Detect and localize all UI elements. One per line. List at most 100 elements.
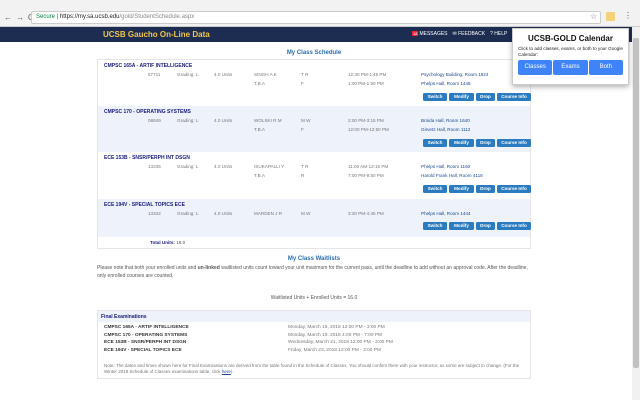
drop-button[interactable]: Drop — [476, 185, 495, 193]
waitlists-title: My Class Waitlists — [287, 256, 341, 262]
instructor: WOLSKI R M — [254, 118, 282, 123]
exam-date: Monday, March 19, 2018 12:00 PM - 3:00 P… — [288, 325, 385, 330]
instructor: T.B.A — [254, 127, 265, 132]
time: 1:00 PM-1:50 PM — [348, 81, 384, 86]
switch-button[interactable]: Switch — [423, 93, 447, 101]
location[interactable]: Phelps Hall, Room 1444 — [421, 211, 471, 216]
days: T R — [301, 72, 309, 77]
messages-label: MESSAGES — [419, 31, 448, 37]
location[interactable]: Psychology Building, Room 1924 — [421, 72, 488, 77]
grading: Grading: L — [177, 118, 199, 123]
course-info-button[interactable]: Course Info — [497, 139, 531, 147]
location[interactable]: Harold Frank Hall, Room 4118 — [421, 173, 483, 178]
note-bold: un-linked — [197, 265, 220, 271]
days: F — [301, 81, 304, 86]
final-exams-panel: Final Examinations Note: The dates and t… — [97, 310, 531, 379]
feedback-label: FEEDBACK — [458, 31, 486, 37]
note-pre: Please note that both your enrolled unit… — [97, 265, 198, 271]
secure-label: Secure — [36, 14, 56, 20]
switch-button[interactable]: Switch — [423, 222, 447, 230]
grading: Grading: L — [177, 72, 199, 77]
course-block: CMPSC 165A - ARTIF INTELLIGENCE 57711 Grad… — [98, 60, 531, 106]
course-number: 13235 — [148, 164, 161, 169]
total-value: 16.0 — [176, 240, 186, 245]
add-classes-button[interactable]: Classes — [518, 60, 553, 75]
exam-date: Friday, March 23, 2018 12:00 PM - 3:00 P… — [288, 347, 381, 353]
course-info-button[interactable]: Course Info — [497, 93, 531, 101]
help-link[interactable]: ? HELP — [490, 31, 507, 37]
bookmark-star-icon[interactable]: ☆ — [590, 12, 597, 21]
help-label: HELP — [494, 31, 508, 37]
days: R — [301, 173, 305, 178]
switch-button[interactable]: Switch — [423, 185, 447, 193]
add-both-button[interactable]: Both — [588, 60, 623, 75]
total-label: Total Units: — [150, 240, 175, 245]
location[interactable]: Girvetz Hall, Room 1112 — [421, 127, 470, 132]
exam-table-link[interactable]: here — [222, 369, 231, 374]
instructor: T.B.A — [254, 173, 265, 178]
location[interactable]: Phelps Hall, Room 1160 — [421, 164, 470, 169]
popup-text: Click to add classes, exams, or both to … — [518, 46, 623, 57]
course-number: 57711 — [148, 72, 161, 77]
course-number: 13342 — [148, 211, 161, 216]
course-block: CMPSC 170 - OPERATING SYSTEMS 08649 Gradin… — [98, 106, 531, 152]
messages-link[interactable]: 18 MESSAGES — [412, 31, 448, 37]
drop-button[interactable]: Drop — [476, 222, 495, 230]
days: F — [301, 127, 304, 132]
final-exams-header: Final Examinations — [98, 311, 530, 322]
units-formula: Waitlisted Units + Enrolled Units = 16.0 — [270, 295, 358, 301]
calendar-extension-popup: UCSB-GOLD Calendar Click to add classes,… — [512, 28, 629, 85]
schedule-card: Total Units: 16.0 CMPSC 165A - ARTIF INT… — [97, 59, 531, 249]
modify-button[interactable]: Modify — [449, 185, 474, 193]
location[interactable]: Phelps Hall, Room 1448 — [421, 81, 471, 86]
days: T R — [301, 164, 309, 169]
days: M W — [301, 118, 311, 123]
course-name: CMPSC 165A - ARTIF INTELLIGENCE — [104, 63, 193, 69]
switch-button[interactable]: Switch — [423, 139, 447, 147]
modify-button[interactable]: Modify — [449, 222, 474, 230]
exam-course: CMPSC 165A - ARTIF INTELLIGENCE — [104, 325, 189, 330]
finals-note-text: Note: The dates and times shown here for… — [104, 363, 520, 374]
units: 4.0 Units — [214, 164, 233, 169]
course-info-button[interactable]: Course Info — [497, 185, 531, 193]
course-name: CMPSC 170 - OPERATING SYSTEMS — [104, 109, 191, 115]
course-block: ECE 153B - SNSR/PERPH INT DSGN 13235 Gradi… — [98, 152, 531, 199]
url-domain: https://my.sa.ucsb.edu — [59, 14, 120, 20]
time: 12:30 PM-1:45 PM — [348, 72, 387, 77]
add-exams-button[interactable]: Exams — [553, 60, 588, 75]
finals-note-end: ). — [230, 369, 234, 374]
exam-date: Monday, March 19, 2018 4:00 PM - 7:00 PM — [288, 332, 383, 338]
exam-course: CMPSC 170 - OPERATING SYSTEMS — [104, 332, 188, 338]
course-name: ECE 153B - SNSR/PERPH INT DSGN — [104, 155, 190, 161]
brand-title[interactable]: UCSB Gaucho On-Line Data — [103, 30, 210, 39]
units: 4.0 Units — [214, 118, 233, 123]
finals-note: Note: The dates and times shown here for… — [104, 363, 524, 375]
location[interactable]: Broida Hall, Room 1640 — [421, 118, 470, 123]
grading: Grading: L — [177, 211, 199, 216]
waitlist-note: Please note that both your enrolled unit… — [97, 264, 537, 280]
drop-button[interactable]: Drop — [476, 93, 495, 101]
course-info-button[interactable]: Course Info — [497, 222, 531, 230]
units: 4.0 Units — [214, 211, 233, 216]
modify-button[interactable]: Modify — [449, 93, 474, 101]
extension-icon[interactable] — [606, 12, 615, 21]
instructor: SINGH A K — [254, 72, 277, 77]
drop-button[interactable]: Drop — [476, 139, 495, 147]
time: 2:00 PM-3:15 PM — [348, 118, 384, 123]
scrollbar-thumb[interactable] — [633, 38, 639, 368]
url-path: /gold/StudentSchedule.aspx — [119, 14, 195, 20]
units: 4.0 Units — [214, 72, 233, 77]
modify-button[interactable]: Modify — [449, 139, 474, 147]
menu-icon[interactable]: ⋮ — [624, 11, 632, 20]
grading: Grading: L — [177, 164, 199, 169]
time: 3:30 PM-4:45 PM — [348, 211, 384, 216]
days: M W — [301, 211, 311, 216]
time: 12:00 PM-12:50 PM — [348, 127, 389, 132]
feedback-link[interactable]: ✉ FEEDBACK — [453, 31, 486, 37]
instructor: ISUKAPALLI Y — [254, 164, 285, 169]
course-number: 08649 — [148, 118, 161, 123]
course-name: ECE 194V - SPECIAL TOPICS ECE — [104, 202, 185, 208]
address-bar[interactable]: Secure | https://my.sa.ucsb.edu/gold/Stu… — [31, 11, 601, 24]
schedule-title: My Class Schedule — [286, 50, 342, 56]
total-units: Total Units: 16.0 — [150, 240, 185, 245]
